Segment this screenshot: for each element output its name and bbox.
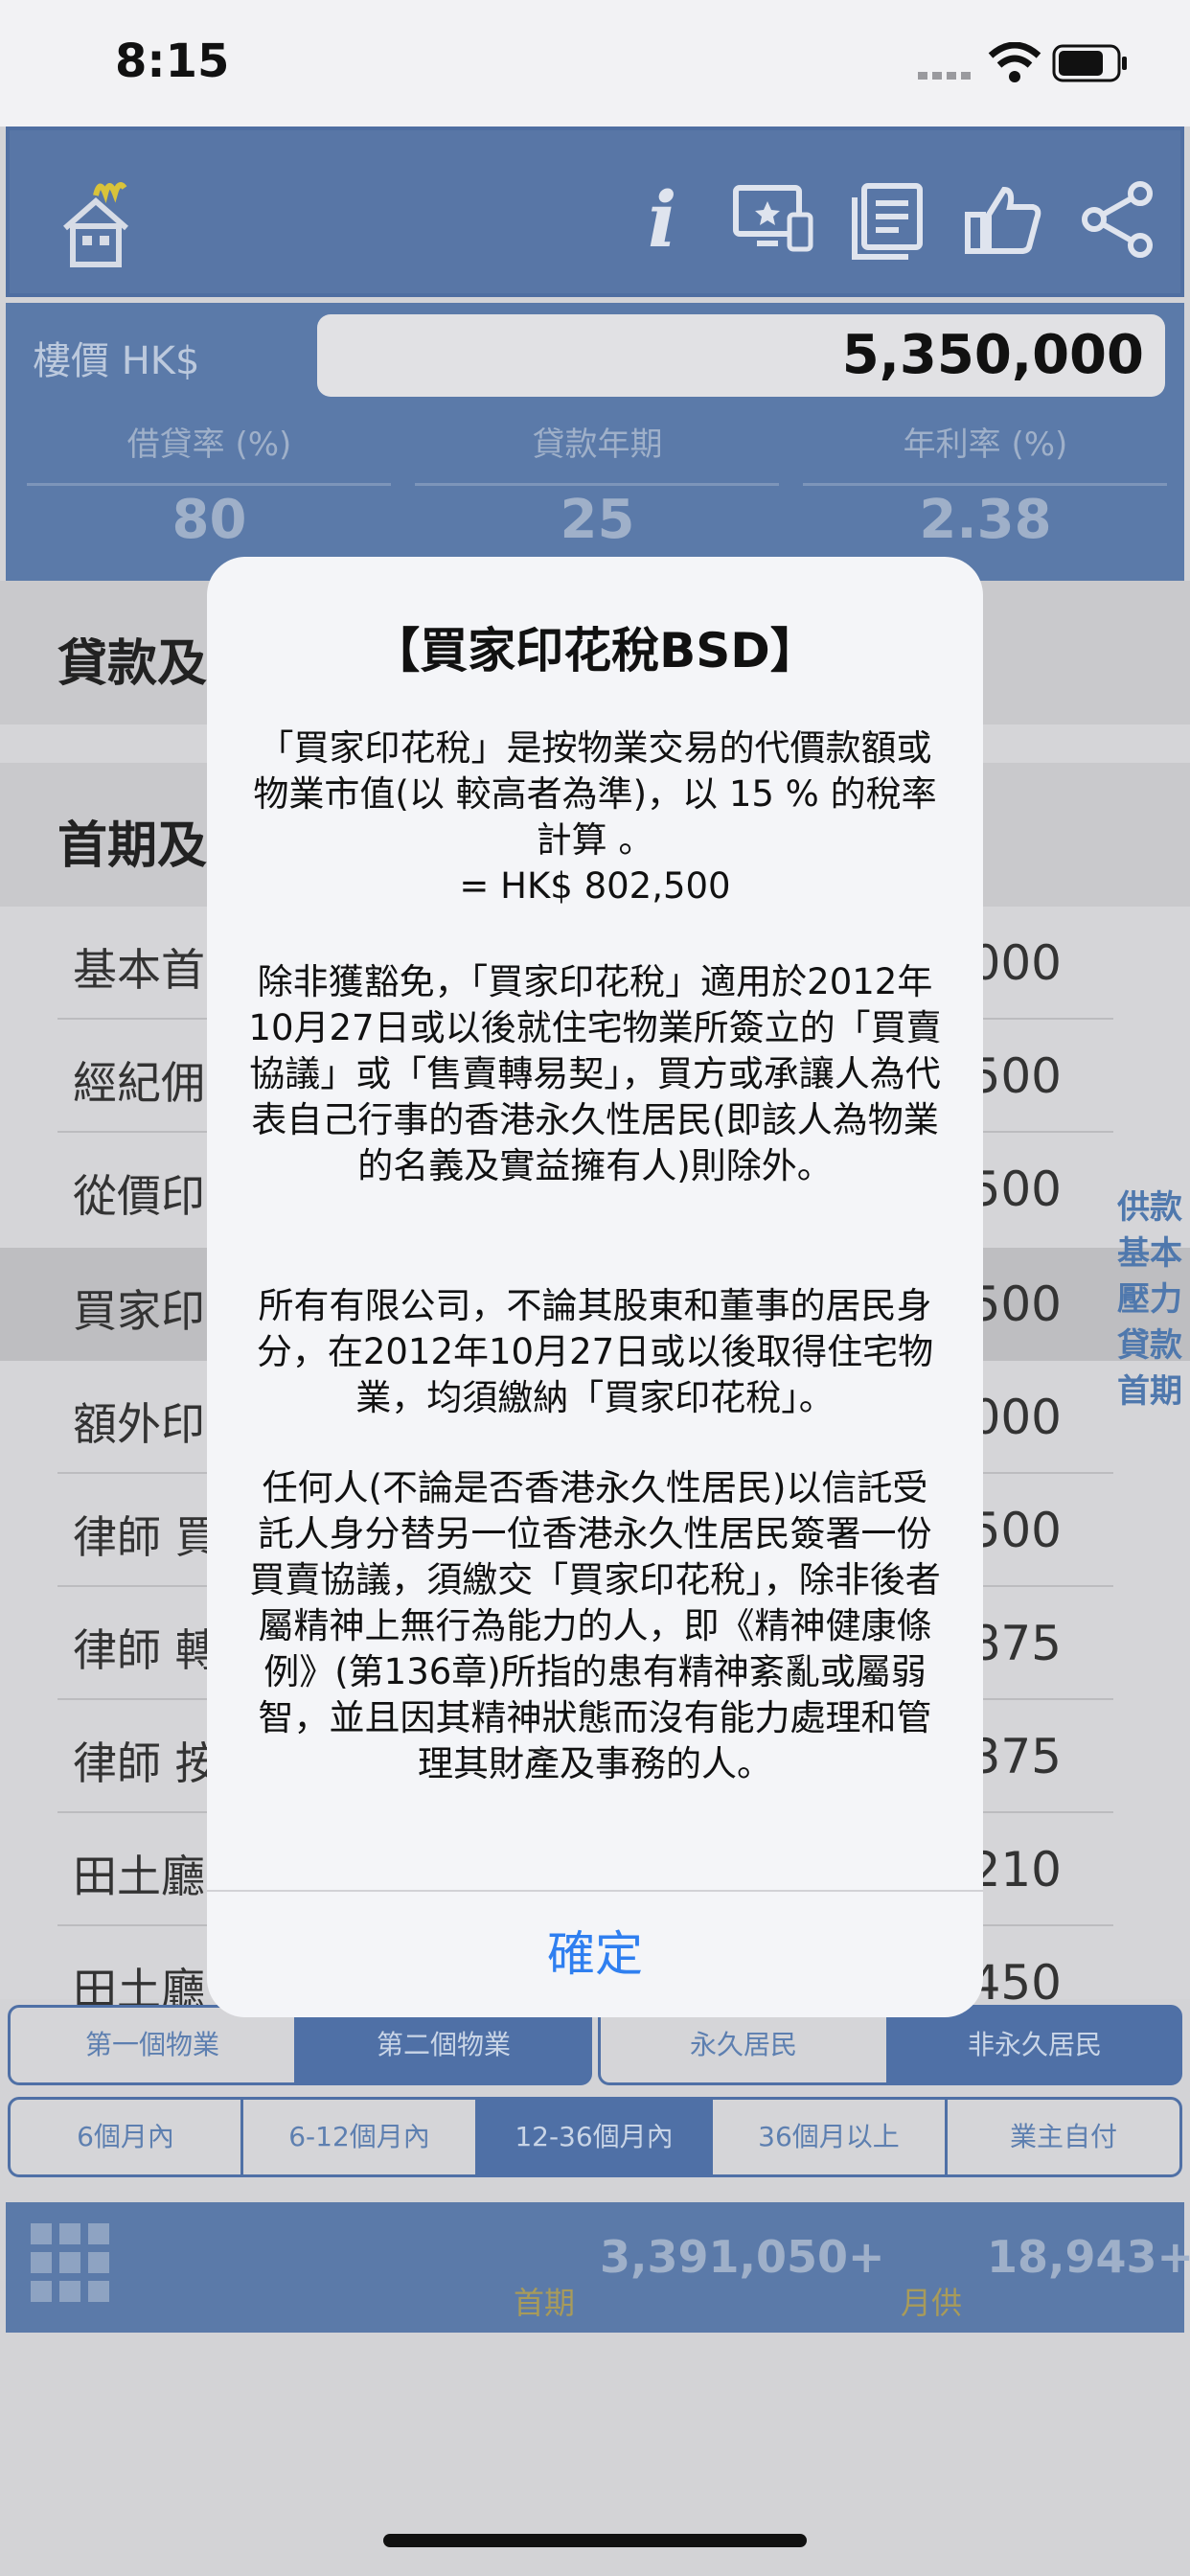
side-index: 供款 基本 壓力 貸款 首期 xyxy=(1117,1184,1184,1414)
seg-over-36-months[interactable]: 36個月以上 xyxy=(710,2097,948,2177)
row-label: 基本首 xyxy=(73,944,205,996)
loan-ratio-label: 借貸率 (%) xyxy=(126,426,292,464)
monthly-payment-label: 月供 xyxy=(901,2285,963,2321)
price-input[interactable]: 5,350,000 xyxy=(317,314,1165,397)
thumbs-up-icon[interactable] xyxy=(960,176,1046,263)
row-label: 經紀佣 xyxy=(73,1057,205,1109)
row-label: 額外印 xyxy=(73,1398,205,1450)
status-bar: 8:15 xyxy=(0,0,1190,126)
top-toolbar: i xyxy=(6,126,1184,297)
summary-bar: 3,391,050+ 首期 18,943+ 月供 xyxy=(6,2202,1190,2333)
alert-paragraph-1: 「買家印花稅」是按物業交易的代價款額或物業市值(以 較高者為準)，以 15 % … xyxy=(253,727,937,907)
loan-ratio-value[interactable]: 80 xyxy=(15,489,403,551)
monthly-payment-value: 18,943+ xyxy=(987,2231,1190,2283)
divider xyxy=(27,483,391,486)
down-payment-label: 首期 xyxy=(514,2285,576,2321)
row-label: 買家印 xyxy=(73,1285,205,1337)
row-value: 375 xyxy=(970,1729,1062,1784)
seg-owner-pays[interactable]: 業主自付 xyxy=(945,2097,1182,2177)
seg-within-6-months[interactable]: 6個月內 xyxy=(8,2097,243,2177)
divider xyxy=(803,483,1167,486)
grid-menu-icon[interactable] xyxy=(31,2223,117,2310)
row-value: 500 xyxy=(970,1503,1062,1558)
alert-dialog: 【買家印花稅BSD】 「買家印花稅」是按物業交易的代價款額或物業市值(以 較高者… xyxy=(207,557,983,2017)
price-panel: 樓價 HK$ 5,350,000 借貸率 (%) 貸款年期 年利率 (%) 80… xyxy=(6,303,1184,581)
info-icon[interactable]: i xyxy=(623,176,709,263)
section-title: 貸款及 xyxy=(57,635,208,693)
row-label: 律師 按 xyxy=(73,1737,219,1789)
loan-term-label: 貸款年期 xyxy=(532,426,663,464)
alert-title: 【買家印花稅BSD】 xyxy=(372,623,818,678)
interest-rate-label: 年利率 (%) xyxy=(903,426,1068,464)
document-icon[interactable] xyxy=(845,176,931,263)
row-value: 000 xyxy=(970,935,1062,991)
row-value: 210 xyxy=(970,1842,1062,1898)
presentation-icon[interactable] xyxy=(730,176,816,263)
row-value: 500 xyxy=(970,1162,1062,1217)
row-value: 000 xyxy=(970,1390,1062,1445)
row-label: 律師 買 xyxy=(73,1511,219,1563)
down-payment-value: 3,391,050+ xyxy=(600,2231,885,2283)
section-title: 首期及 xyxy=(57,817,208,875)
side-link-stress[interactable]: 壓力 xyxy=(1117,1276,1184,1322)
seg-12-36-months[interactable]: 12-36個月內 xyxy=(475,2097,713,2177)
side-link-loan[interactable]: 貸款 xyxy=(1117,1322,1184,1368)
row-value: 500 xyxy=(970,1276,1062,1332)
row-label: 田土廳 xyxy=(73,1851,205,1902)
wifi-icon xyxy=(987,41,1042,84)
ok-button[interactable]: 確定 xyxy=(207,1892,983,2017)
row-label: 從價印 xyxy=(73,1170,205,1222)
price-label: 樓價 HK$ xyxy=(33,339,200,383)
side-link-repayment[interactable]: 供款 xyxy=(1117,1184,1184,1230)
alert-paragraph-3: 所有有限公司，不論其股東和董事的居民身分，在2012年10月27日或以後取得住宅… xyxy=(256,1285,934,1418)
row-value: 500 xyxy=(970,1048,1062,1104)
loan-term-value[interactable]: 25 xyxy=(403,489,791,551)
interest-rate-value[interactable]: 2.38 xyxy=(791,489,1179,551)
share-icon[interactable] xyxy=(1075,176,1161,263)
side-link-down-payment[interactable]: 首期 xyxy=(1117,1368,1184,1414)
seg-6-12-months[interactable]: 6-12個月內 xyxy=(240,2097,478,2177)
side-link-basic[interactable]: 基本 xyxy=(1117,1230,1184,1276)
row-label: 律師 轉 xyxy=(73,1624,219,1676)
price-value: 5,350,000 xyxy=(841,324,1144,386)
battery-icon xyxy=(1052,44,1129,82)
home-icon[interactable] xyxy=(57,169,163,274)
alert-paragraph-2: 除非獲豁免，「買家印花稅」適用於2012年10月27日或以後就住宅物業所簽立的「… xyxy=(248,961,942,1186)
alert-paragraph-4: 任何人(不論是否香港永久性居民)以信託受託人身分替另一位香港永久性居民簽署一份買… xyxy=(249,1467,941,1784)
row-value: 450 xyxy=(970,1955,1062,2011)
home-indicator[interactable] xyxy=(383,2534,807,2547)
info-glyph: i xyxy=(648,174,677,264)
status-time: 8:15 xyxy=(115,34,230,88)
divider xyxy=(415,483,779,486)
row-value: 875 xyxy=(970,1616,1062,1671)
signal-icon xyxy=(918,67,975,80)
